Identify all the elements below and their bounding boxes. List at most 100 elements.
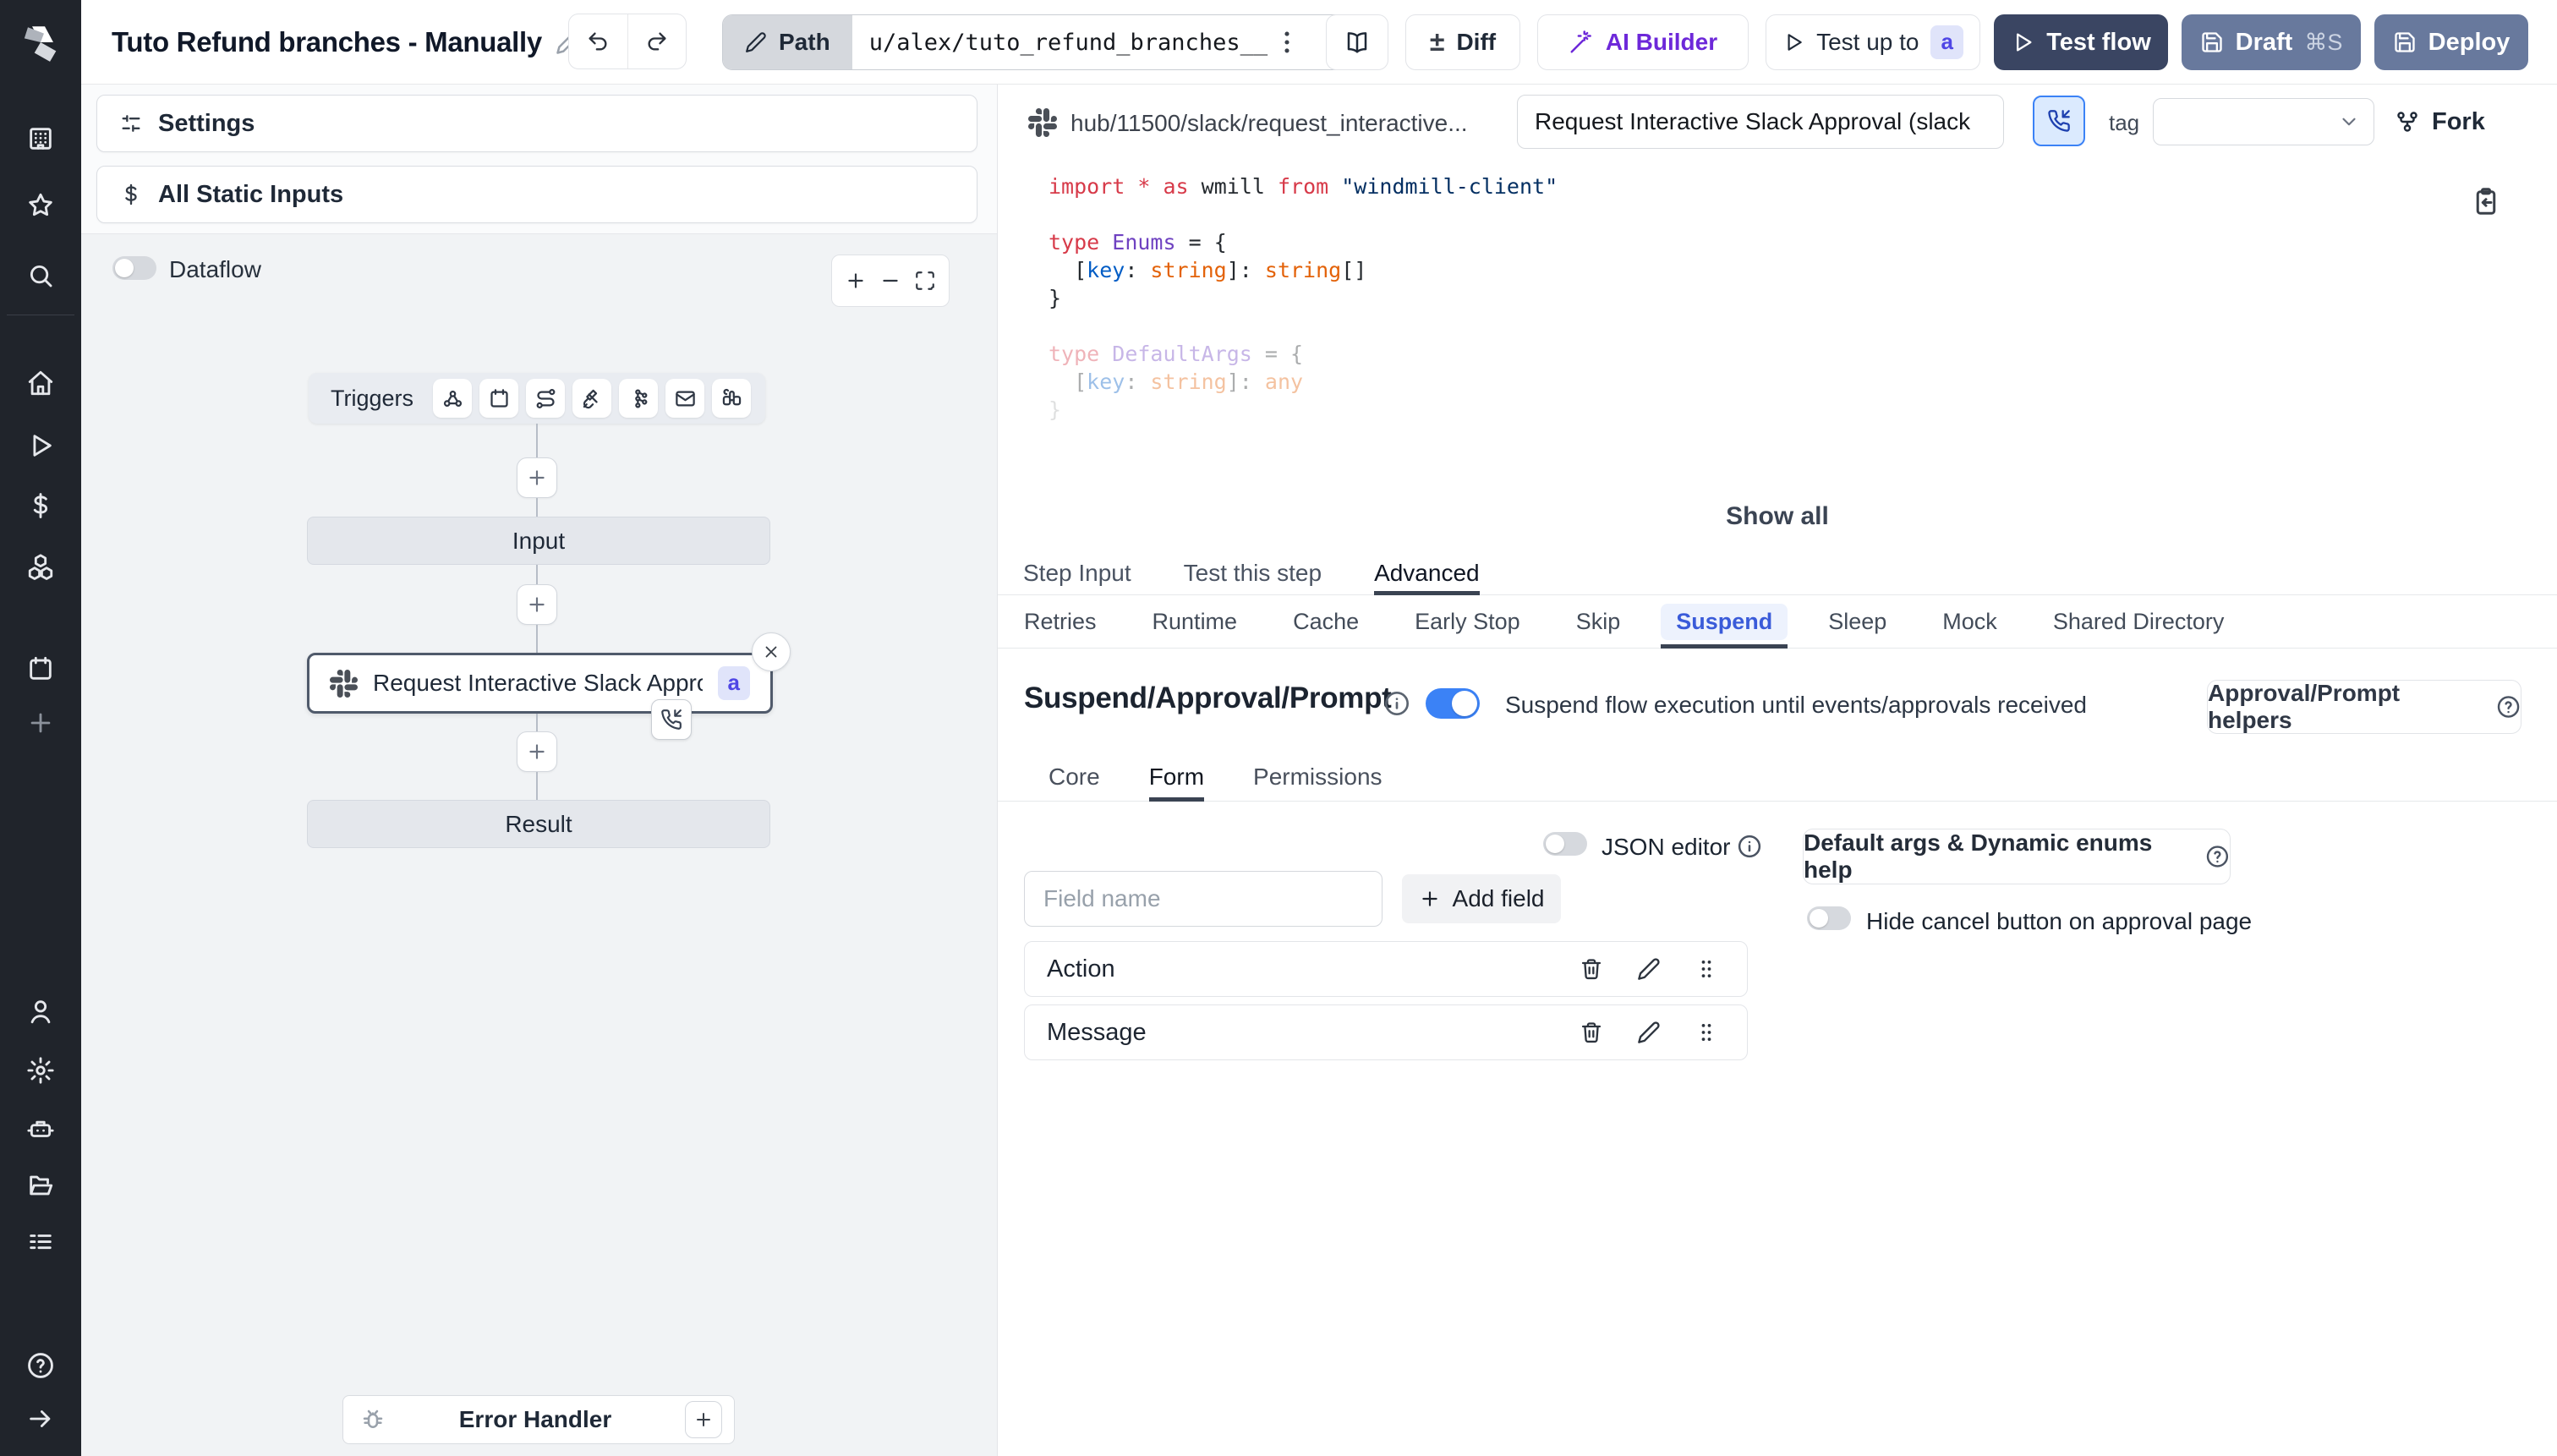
sidebar-folder-open-icon[interactable] <box>24 1169 57 1202</box>
info-icon[interactable] <box>1383 690 1410 717</box>
suspend-phone-badge[interactable] <box>651 699 692 740</box>
remove-step-button[interactable] <box>752 632 791 671</box>
add-error-handler-button[interactable] <box>685 1401 722 1438</box>
tab-early-stop[interactable]: Early Stop <box>1415 596 1520 648</box>
more-options-kebab-icon[interactable] <box>1265 20 1309 64</box>
zoom-out-icon[interactable] <box>879 270 901 292</box>
input-node[interactable]: Input <box>307 517 770 565</box>
tab-sleep[interactable]: Sleep <box>1828 596 1886 648</box>
subtab-form[interactable]: Form <box>1148 753 1205 802</box>
default-args-help-button[interactable]: Default args & Dynamic enums help <box>1803 829 2231 884</box>
tab-test-this-step[interactable]: Test this step <box>1184 551 1322 594</box>
step-name-input[interactable]: Request Interactive Slack Approval (slac… <box>1517 95 2004 149</box>
sidebar-home-icon[interactable] <box>24 366 57 400</box>
ai-builder-button[interactable]: AI Builder <box>1537 14 1749 70</box>
clipboard-paste-icon[interactable] <box>2471 186 2505 223</box>
flow-canvas[interactable]: Dataflow Triggers Input Request Interact… <box>81 234 997 1456</box>
test-flow-button[interactable]: Test flow <box>1994 14 2168 70</box>
field-name-input[interactable]: Field name <box>1024 871 1383 927</box>
drag-field-handle[interactable] <box>1688 950 1725 988</box>
sidebar-list-details-icon[interactable] <box>24 1226 57 1260</box>
sidebar-robot-icon[interactable] <box>24 1112 57 1146</box>
step-node-label: Request Interactive Slack Approval (... <box>373 670 703 696</box>
sidebar-user-icon[interactable] <box>24 994 57 1028</box>
fit-view-icon[interactable] <box>914 270 936 292</box>
info-icon[interactable] <box>1737 834 1762 859</box>
triggers-bar[interactable]: Triggers <box>309 373 765 424</box>
add-step-button[interactable] <box>517 584 557 625</box>
all-static-inputs-row[interactable]: All Static Inputs <box>96 166 977 223</box>
flow-panel: Settings All Static Inputs Dataflow Trig… <box>81 85 998 1456</box>
suspend-mode-button[interactable] <box>2033 96 2085 146</box>
sidebar-plus-icon[interactable] <box>24 706 57 740</box>
result-node[interactable]: Result <box>307 800 770 848</box>
sidebar-arrow-right-icon[interactable] <box>24 1402 57 1436</box>
draft-button[interactable]: Draft ⌘S <box>2182 14 2361 70</box>
add-step-button[interactable] <box>517 731 557 772</box>
flow-settings-row[interactable]: Settings <box>96 95 977 152</box>
zoom-in-icon[interactable] <box>845 270 867 292</box>
sidebar-help-circle-icon[interactable] <box>24 1349 57 1382</box>
error-handler-node[interactable]: Error Handler <box>342 1395 735 1444</box>
redo-button[interactable] <box>628 14 687 68</box>
tab-cache[interactable]: Cache <box>1293 596 1359 648</box>
sidebar-buildings-icon[interactable] <box>24 122 57 156</box>
close-icon <box>765 646 777 658</box>
tab-skip[interactable]: Skip <box>1576 596 1621 648</box>
tag-label: tag <box>2109 110 2140 135</box>
trigger-mail-icon[interactable] <box>665 379 705 418</box>
book-open-icon <box>1347 32 1367 53</box>
diff-button[interactable]: ± Diff <box>1405 14 1520 70</box>
show-all-button[interactable]: Show all <box>998 502 2557 531</box>
code-editor[interactable]: import * as wmill from "windmill-client"… <box>1049 172 1558 424</box>
path-control[interactable]: Path u/alex/tuto_refund_branches__ <box>722 14 1358 70</box>
tab-suspend[interactable]: Suspend <box>1661 596 1788 649</box>
sidebar-calendar-icon[interactable] <box>24 652 57 686</box>
subtab-core[interactable]: Core <box>1049 753 1100 801</box>
dataflow-toggle[interactable] <box>112 256 156 280</box>
edit-field-button[interactable] <box>1630 950 1667 988</box>
test-up-to-button[interactable]: Test up to a <box>1766 14 1980 70</box>
add-step-button[interactable] <box>517 457 557 498</box>
sidebar-gear-icon[interactable] <box>24 1054 57 1087</box>
trigger-plug-icon[interactable] <box>572 379 612 418</box>
trigger-route-icon[interactable] <box>526 379 566 418</box>
drag-field-handle[interactable] <box>1688 1014 1725 1051</box>
trigger-binoculars-icon[interactable] <box>712 379 752 418</box>
slack-approval-step-node[interactable]: Request Interactive Slack Approval (... … <box>307 653 773 714</box>
advanced-tabs: Retries Runtime Cache Early Stop Skip Suspend… <box>998 596 2557 649</box>
sidebar-dollar-icon[interactable] <box>24 489 57 523</box>
app-sidebar <box>0 0 81 1456</box>
tab-step-input[interactable]: Step Input <box>1023 551 1131 594</box>
trigger-webhook-icon[interactable] <box>433 379 473 418</box>
sidebar-boxes-icon[interactable] <box>24 550 57 584</box>
tag-select[interactable] <box>2153 98 2374 145</box>
sidebar-search-icon[interactable] <box>24 259 57 293</box>
undo-button[interactable] <box>569 14 628 68</box>
edit-field-button[interactable] <box>1630 1014 1667 1051</box>
approval-prompt-helpers-button[interactable]: Approval/Prompt helpers <box>2207 680 2521 734</box>
trigger-broker-icon[interactable] <box>619 379 659 418</box>
tab-advanced[interactable]: Advanced <box>1374 551 1480 595</box>
sidebar-star-icon[interactable] <box>24 189 57 222</box>
suspend-enabled-toggle[interactable] <box>1426 688 1480 719</box>
delete-field-button[interactable] <box>1573 950 1610 988</box>
tab-retries[interactable]: Retries <box>1024 596 1097 648</box>
hub-script-path[interactable]: hub/11500/slack/request_interactive... <box>1070 110 1468 137</box>
fork-button[interactable]: Fork <box>2395 98 2485 145</box>
delete-field-button[interactable] <box>1573 1014 1610 1051</box>
add-field-button[interactable]: Add field <box>1402 874 1561 923</box>
windmill-logo-icon[interactable] <box>19 21 62 63</box>
tab-mock[interactable]: Mock <box>1942 596 1997 648</box>
play-icon <box>1788 34 1802 51</box>
draft-shortcut: ⌘S <box>2304 29 2343 55</box>
docs-button[interactable] <box>1326 14 1388 70</box>
subtab-permissions[interactable]: Permissions <box>1253 753 1382 801</box>
json-editor-toggle[interactable] <box>1543 832 1587 856</box>
tab-runtime[interactable]: Runtime <box>1153 596 1238 648</box>
sidebar-play-icon[interactable] <box>24 429 57 463</box>
deploy-button[interactable]: Deploy <box>2374 14 2528 70</box>
hide-cancel-toggle[interactable] <box>1807 906 1851 930</box>
trigger-calendar-icon[interactable] <box>479 379 519 418</box>
tab-shared-directory[interactable]: Shared Directory <box>2053 596 2225 648</box>
